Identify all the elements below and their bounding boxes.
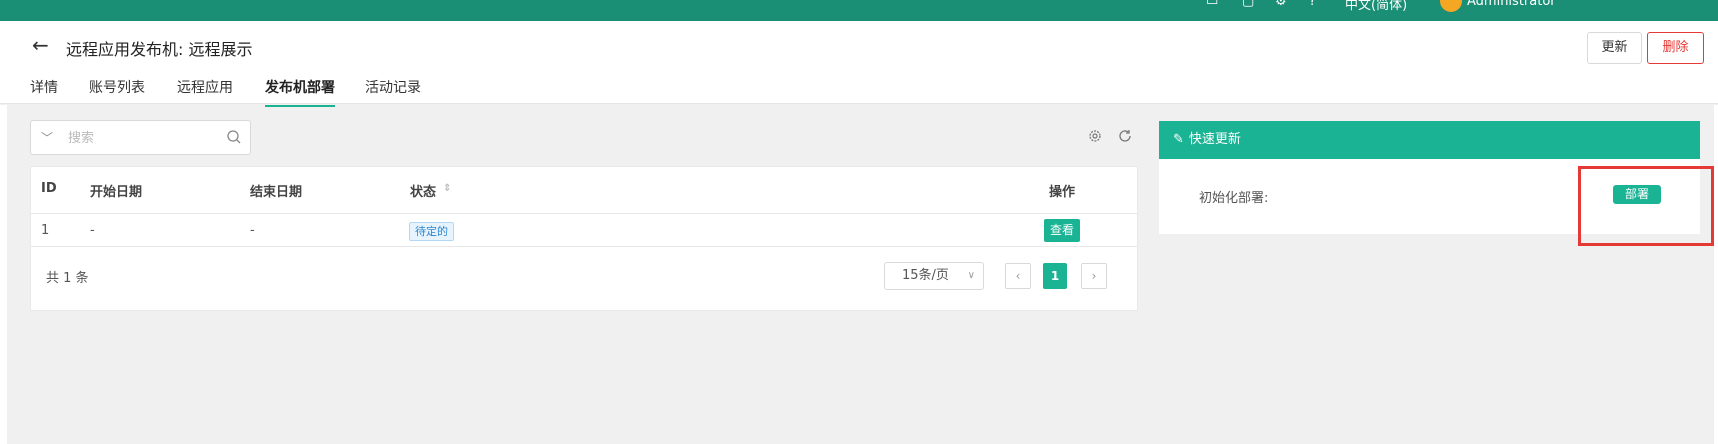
- page-header: ← 远程应用发布机: 远程展示 更新 删除 详情 账号列表 远程应用 发布机部署…: [0, 21, 1718, 107]
- status-badge: 待定的: [409, 222, 454, 241]
- column-header-actions: 操作: [1049, 185, 1076, 200]
- page-title: 远程应用发布机: 远程展示: [66, 40, 253, 59]
- left-edge: [0, 105, 7, 444]
- top-navbar: ▭ ▢ ⚙ ? 中文(简体) Administrator: [0, 0, 1718, 21]
- tab-remote-apps[interactable]: 远程应用: [177, 77, 233, 97]
- view-button[interactable]: 查看: [1044, 219, 1080, 242]
- tab-details[interactable]: 详情: [30, 77, 58, 97]
- divider: [31, 213, 1137, 214]
- cell-id: 1: [41, 223, 50, 238]
- prev-page-button[interactable]: ‹: [1005, 263, 1031, 289]
- arrow-left-icon[interactable]: ←: [32, 33, 49, 57]
- window-icon[interactable]: ▢: [1242, 0, 1254, 9]
- update-button[interactable]: 更新: [1587, 32, 1642, 64]
- tab-accounts[interactable]: 账号列表: [89, 77, 145, 97]
- delete-button[interactable]: 删除: [1647, 32, 1704, 64]
- search-input[interactable]: [68, 128, 218, 148]
- search-icon[interactable]: [226, 129, 242, 145]
- help-icon[interactable]: ?: [1309, 0, 1316, 9]
- column-header-status[interactable]: 状态: [410, 181, 436, 200]
- refresh-icon[interactable]: [1117, 128, 1133, 144]
- cell-end-date: -: [250, 223, 255, 238]
- column-header-start-date[interactable]: 开始日期: [90, 181, 142, 200]
- search-box[interactable]: ﹀: [30, 120, 251, 155]
- sort-icon[interactable]: ⇕: [443, 183, 451, 194]
- init-deploy-label: 初始化部署:: [1199, 191, 1269, 206]
- edit-icon: ✎: [1173, 132, 1184, 147]
- next-page-button[interactable]: ›: [1081, 263, 1107, 289]
- total-count: 共 1 条: [46, 271, 89, 286]
- divider: [31, 246, 1137, 247]
- deployment-table: ID 开始日期 结束日期 状态 ⇕ 操作 1 - - 待定的 查看 共 1 条 …: [30, 166, 1138, 311]
- avatar[interactable]: [1440, 0, 1462, 12]
- tab-deployment[interactable]: 发布机部署: [265, 77, 335, 107]
- page-size-select[interactable]: 15条/页 ∨: [884, 262, 984, 290]
- language-selector[interactable]: 中文(简体): [1345, 0, 1407, 13]
- user-name[interactable]: Administrator: [1467, 0, 1556, 9]
- cell-start-date: -: [90, 223, 95, 238]
- chevron-down-icon: ∨: [967, 270, 975, 281]
- settings-icon[interactable]: [1087, 128, 1103, 144]
- page-size-value: 15条/页: [902, 268, 949, 283]
- panel-title: 快速更新: [1188, 132, 1241, 147]
- right-edge: [1714, 105, 1718, 444]
- column-header-id: ID: [41, 181, 57, 196]
- panel-header: ✎ 快速更新: [1159, 121, 1700, 159]
- chevron-down-icon[interactable]: ﹀: [41, 129, 53, 146]
- highlight-box: [1578, 166, 1714, 246]
- page-button-current[interactable]: 1: [1043, 263, 1067, 289]
- monitor-icon[interactable]: ▭: [1206, 0, 1218, 9]
- gear-icon[interactable]: ⚙: [1275, 0, 1287, 9]
- column-header-end-date[interactable]: 结束日期: [250, 181, 302, 200]
- tab-activity[interactable]: 活动记录: [365, 77, 421, 97]
